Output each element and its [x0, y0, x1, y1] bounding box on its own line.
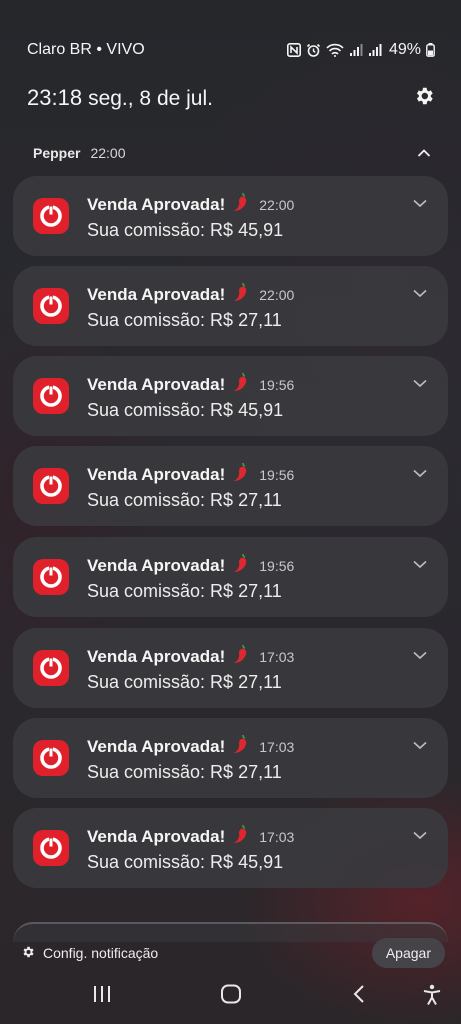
- pepper-app-icon: [33, 650, 69, 686]
- notification-body: Sua comissão: R$ 45,91: [87, 400, 284, 420]
- notification-time: 17:03: [259, 828, 295, 845]
- notification-title: Venda Aprovada!: [87, 284, 226, 304]
- gear-icon[interactable]: [413, 85, 435, 112]
- pepper-emoji-icon: [231, 282, 249, 307]
- pepper-app-icon: [33, 830, 69, 866]
- notification-title: Venda Aprovada!: [87, 374, 226, 394]
- pepper-app-icon: [33, 559, 69, 595]
- pepper-app-icon: [33, 378, 69, 414]
- accessibility-icon[interactable]: [422, 984, 442, 1011]
- clock-date: seg., 8 de jul.: [88, 87, 213, 110]
- pepper-emoji-icon: [231, 734, 249, 759]
- notification-group-header[interactable]: Pepper 22:00: [0, 140, 461, 166]
- notification-card[interactable]: Venda Aprovada! 19:56 Sua comissão: R$ 27…: [13, 537, 448, 617]
- notification-title: Venda Aprovada!: [87, 464, 226, 484]
- notification-settings-label: Config. notificação: [43, 945, 159, 961]
- chevron-down-icon[interactable]: [412, 557, 428, 569]
- pepper-app-icon: [33, 468, 69, 504]
- notification-time: 19:56: [259, 557, 295, 574]
- chevron-down-icon[interactable]: [412, 648, 428, 660]
- pepper-emoji-icon: [231, 192, 249, 217]
- date-time-row: 23:18 seg., 8 de jul.: [0, 80, 461, 116]
- notification-time: 17:03: [259, 738, 295, 755]
- battery-icon: [426, 43, 435, 57]
- notification-title: Venda Aprovada!: [87, 736, 226, 756]
- status-icons: 49%: [286, 41, 435, 59]
- notification-title: Venda Aprovada!: [87, 826, 226, 846]
- pepper-emoji-icon: [231, 553, 249, 578]
- chevron-down-icon[interactable]: [412, 376, 428, 388]
- notification-time: 22:00: [259, 286, 295, 303]
- notification-title: Venda Aprovada!: [87, 555, 226, 575]
- notification-body: Sua comissão: R$ 27,11: [87, 310, 282, 330]
- notification-settings-link[interactable]: Config. notificação: [21, 945, 158, 962]
- navigation-bar: [0, 976, 461, 1016]
- notification-card[interactable]: Venda Aprovada! 19:56 Sua comissão: R$ 27…: [13, 446, 448, 526]
- notification-title: Venda Aprovada!: [87, 646, 226, 666]
- pepper-emoji-icon: [231, 644, 249, 669]
- alarm-icon: [306, 43, 321, 58]
- wifi-icon: [326, 43, 344, 57]
- notification-time: 19:56: [259, 466, 295, 483]
- signal-icon: [349, 43, 363, 57]
- notification-title: Venda Aprovada!: [87, 194, 226, 214]
- pepper-emoji-icon: [231, 462, 249, 487]
- chevron-down-icon[interactable]: [412, 738, 428, 750]
- notification-body: Sua comissão: R$ 45,91: [87, 220, 284, 240]
- notification-card[interactable]: Venda Aprovada! 22:00 Sua comissão: R$ 27…: [13, 266, 448, 346]
- notification-card[interactable]: Venda Aprovada! 17:03 Sua comissão: R$ 45…: [13, 808, 448, 888]
- clear-all-button[interactable]: Apagar: [371, 938, 445, 968]
- notification-card[interactable]: Venda Aprovada! 22:00 Sua comissão: R$ 45…: [13, 176, 448, 256]
- notification-card[interactable]: Venda Aprovada! 19:56 Sua comissão: R$ 45…: [13, 356, 448, 436]
- notification-card[interactable]: Venda Aprovada! 17:03 Sua comissão: R$ 27…: [13, 628, 448, 708]
- clock: 23:18 seg., 8 de jul.: [27, 85, 213, 111]
- gear-icon: [21, 945, 35, 962]
- home-icon[interactable]: [220, 984, 242, 1009]
- notification-body: Sua comissão: R$ 27,11: [87, 581, 282, 601]
- notification-body: Sua comissão: R$ 45,91: [87, 852, 284, 872]
- status-bar: Claro BR • VIVO 49%: [0, 36, 461, 64]
- notification-card[interactable]: Venda Aprovada! 17:03 Sua comissão: R$ 27…: [13, 718, 448, 798]
- nfc-icon: [286, 43, 301, 57]
- group-app-name: Pepper: [33, 145, 81, 161]
- chevron-down-icon[interactable]: [412, 466, 428, 478]
- pepper-app-icon: [33, 288, 69, 324]
- notification-body: Sua comissão: R$ 27,11: [87, 672, 282, 692]
- battery-percent: 49%: [388, 41, 421, 58]
- notification-time: 17:03: [259, 648, 295, 665]
- clock-time: 23:18: [27, 85, 83, 110]
- notification-body: Sua comissão: R$ 27,11: [87, 762, 282, 782]
- back-icon[interactable]: [352, 984, 366, 1009]
- chevron-down-icon[interactable]: [412, 286, 428, 298]
- pepper-emoji-icon: [231, 372, 249, 397]
- recents-icon[interactable]: [92, 984, 112, 1009]
- notification-footer: Config. notificação Apagar: [0, 936, 461, 970]
- group-time: 22:00: [90, 145, 126, 161]
- carrier-name: Claro BR • VIVO: [27, 41, 145, 58]
- chevron-down-icon[interactable]: [412, 828, 428, 840]
- signal-icon: [368, 43, 382, 57]
- notification-time: 22:00: [259, 196, 295, 213]
- chevron-up-icon[interactable]: [417, 145, 431, 161]
- notification-time: 19:56: [259, 376, 295, 393]
- pepper-emoji-icon: [231, 824, 249, 849]
- notification-body: Sua comissão: R$ 27,11: [87, 490, 282, 510]
- pepper-app-icon: [33, 198, 69, 234]
- pepper-app-icon: [33, 740, 69, 776]
- chevron-down-icon[interactable]: [412, 196, 428, 208]
